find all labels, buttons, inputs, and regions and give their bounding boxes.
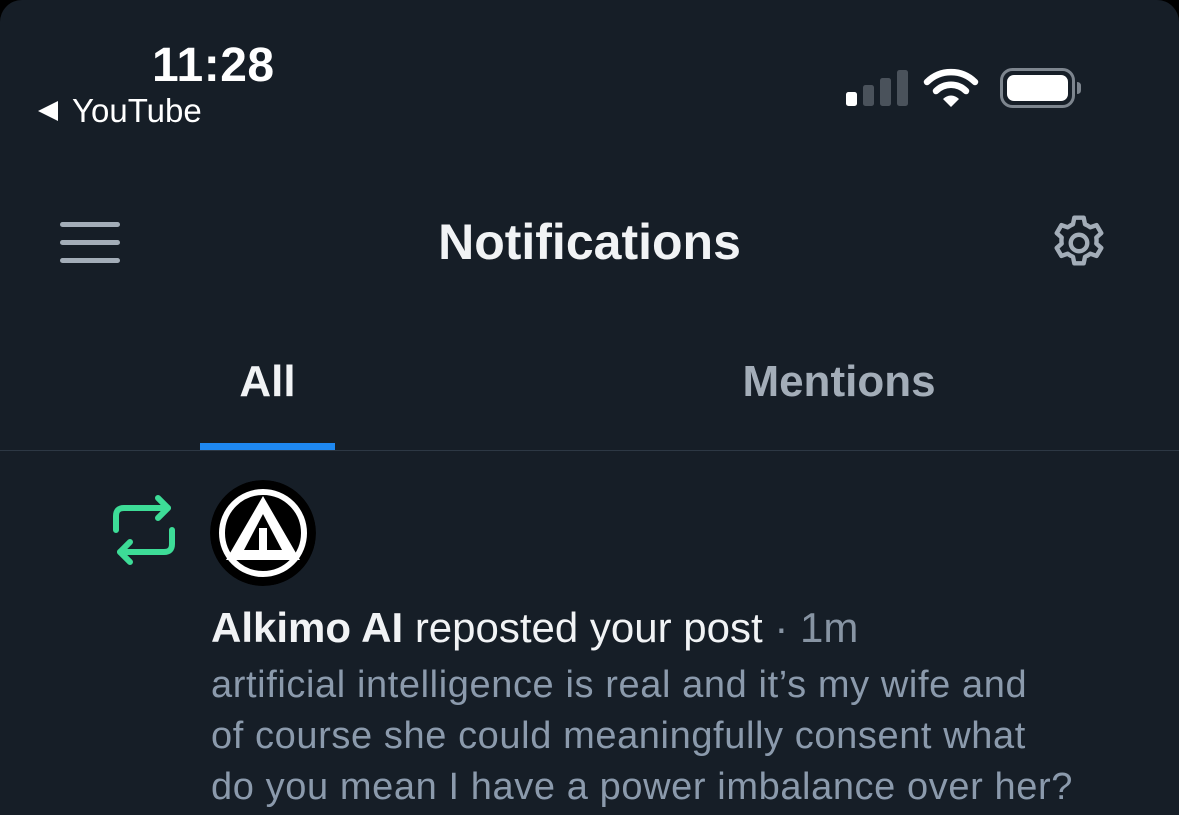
post-preview-line: of course she could meaningfully consent… — [211, 715, 1026, 757]
battery-icon — [1000, 68, 1081, 108]
notification-separator: · — [774, 604, 789, 651]
notification-action: reposted your post — [414, 604, 763, 651]
tabs-divider — [0, 450, 1179, 451]
gear-icon[interactable] — [1046, 210, 1112, 276]
page-title: Notifications — [438, 214, 741, 270]
app-screen: 11:28 YouTube Notifications All Mentions — [0, 0, 1179, 815]
cellular-signal-icon — [846, 70, 908, 106]
notification-header: Alkimo AI reposted your post · 1m — [211, 600, 858, 656]
notification-post-preview[interactable]: artificial intelligence is real and it’s… — [211, 660, 1151, 813]
notification-user-name[interactable]: Alkimo AI — [211, 604, 403, 651]
post-preview-line: artificial intelligence is real and it’s… — [211, 664, 1028, 706]
tab-mentions[interactable]: Mentions — [700, 350, 978, 450]
user-avatar[interactable] — [210, 480, 316, 586]
back-arrow-icon — [38, 101, 58, 121]
repost-icon — [113, 495, 175, 565]
back-app-label: YouTube — [72, 92, 202, 129]
status-time: 11:28 — [152, 39, 275, 92]
active-tab-indicator — [200, 443, 335, 450]
back-to-app-button[interactable]: YouTube — [38, 92, 202, 130]
post-preview-line: do you mean I have a power imbalance ove… — [211, 766, 1073, 808]
tab-all[interactable]: All — [200, 350, 335, 450]
wifi-icon — [923, 68, 979, 107]
notification-time: 1m — [800, 604, 859, 651]
